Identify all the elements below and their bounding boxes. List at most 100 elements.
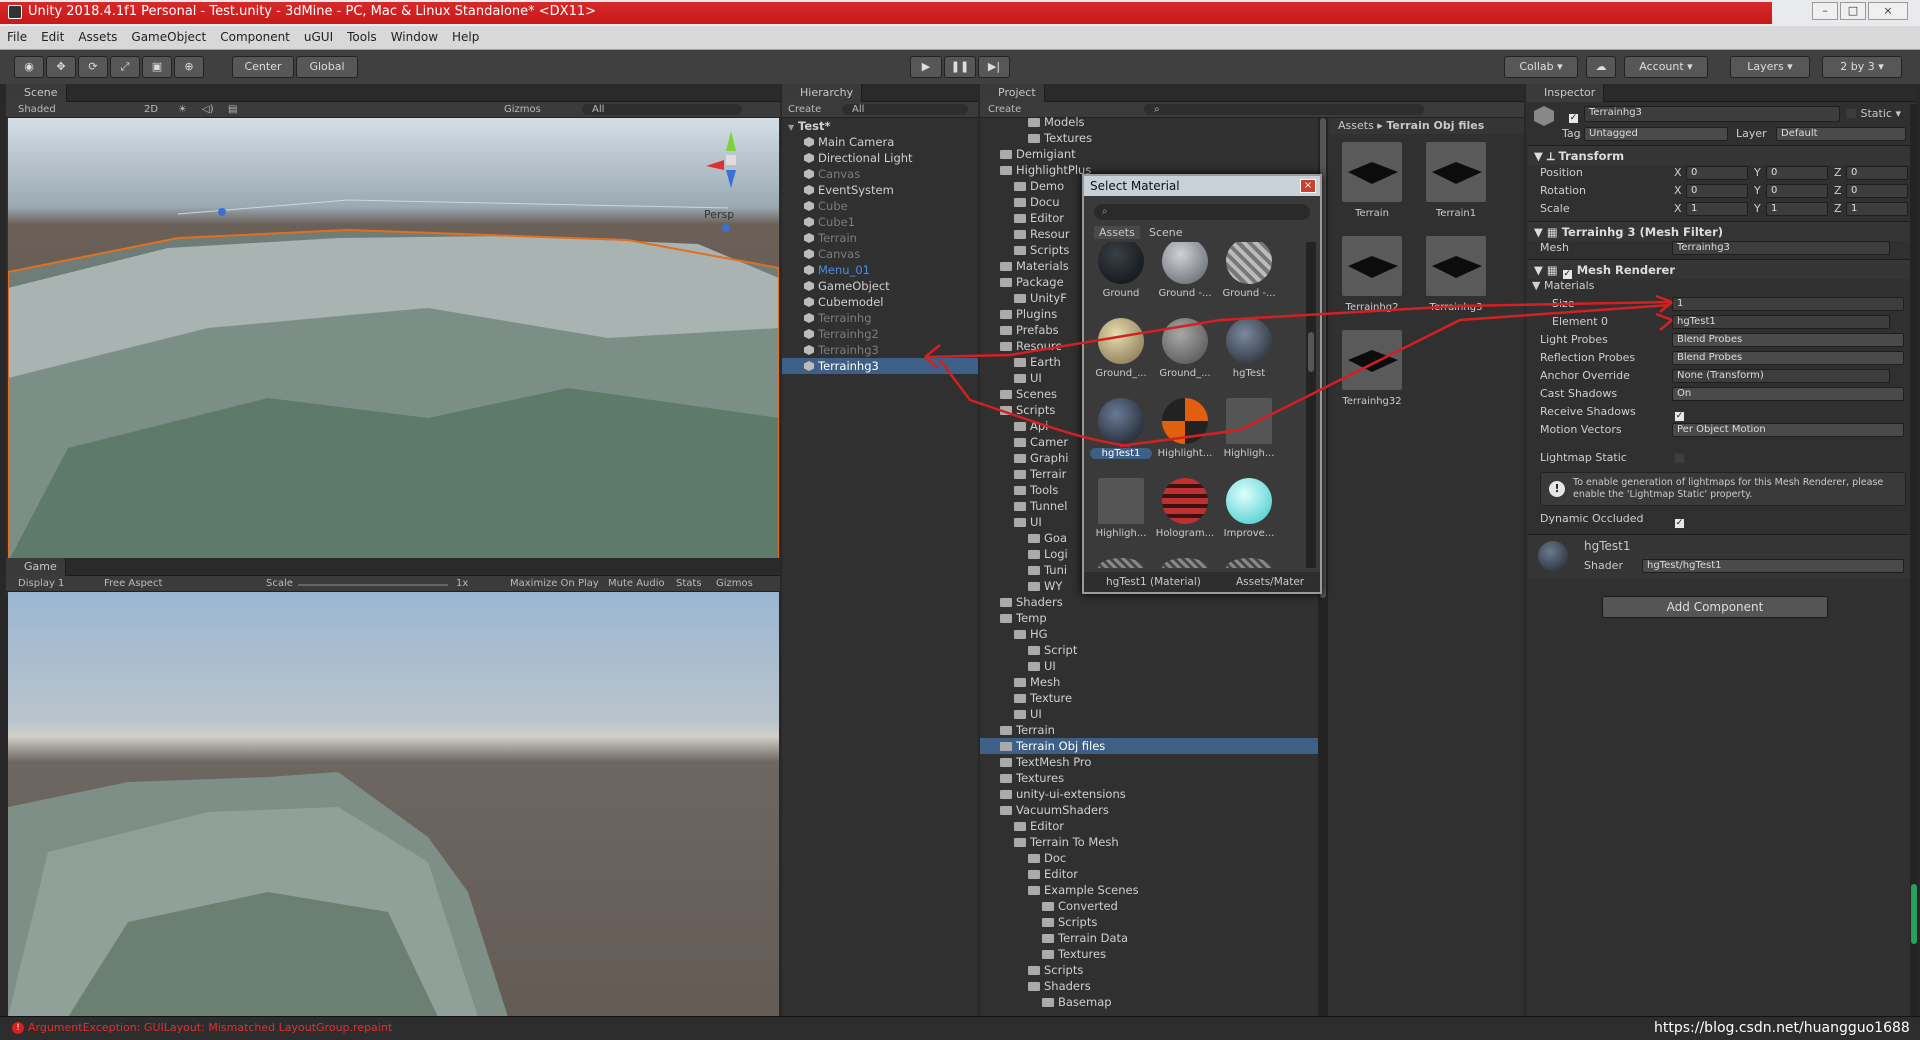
console-error-message[interactable]: ArgumentException: GUILayout: Mismatched…	[28, 1021, 392, 1034]
folder-item[interactable]: UI	[980, 658, 1318, 674]
step-button[interactable]: ▶|	[978, 56, 1010, 78]
move-tool-icon[interactable]: ✥	[46, 56, 76, 78]
hierarchy-item[interactable]: Cube1	[782, 214, 978, 230]
folder-item[interactable]: Example Scenes	[980, 882, 1318, 898]
transform-pos-z-input[interactable]: 0	[1846, 166, 1908, 180]
motion-vectors-dropdown[interactable]: Per Object Motion	[1672, 423, 1904, 437]
tab-project[interactable]: Project	[980, 84, 1045, 102]
pivot-center-button[interactable]: Center	[232, 56, 294, 78]
folder-item[interactable]: Texture	[980, 690, 1318, 706]
scene-root-row[interactable]: ▼ Test*	[788, 118, 830, 134]
asset-thumbnail[interactable]	[1342, 236, 1402, 296]
transform-rot-x-input[interactable]: 0	[1686, 184, 1748, 198]
material-thumbnail[interactable]	[1226, 318, 1272, 364]
material-thumbnail-partial[interactable]	[1162, 558, 1208, 568]
tab-game[interactable]: Game	[6, 558, 66, 576]
asset-thumbnail[interactable]	[1342, 142, 1402, 202]
material-thumbnail[interactable]	[1226, 398, 1272, 444]
menu-item-tools[interactable]: Tools	[340, 26, 384, 48]
tag-dropdown[interactable]: Untagged	[1584, 127, 1728, 141]
transform-tool-icon[interactable]: ⊕	[174, 56, 204, 78]
dynamic-occluded-checkbox[interactable]: ✓	[1674, 513, 1685, 529]
transform-scl-x-input[interactable]: 1	[1686, 202, 1748, 216]
folder-item[interactable]: Editor	[980, 866, 1318, 882]
minimize-button[interactable]: –	[1812, 2, 1838, 20]
material-thumbnail[interactable]	[1162, 318, 1208, 364]
hierarchy-item[interactable]: Terrainhg2	[782, 326, 978, 342]
hierarchy-item[interactable]: Directional Light	[782, 150, 978, 166]
scene-search-input[interactable]: All	[582, 104, 742, 115]
maximize-on-play-toggle[interactable]: Maximize On Play	[510, 578, 599, 589]
folder-item[interactable]: Textures	[980, 130, 1318, 146]
material-thumbnail[interactable]	[1226, 242, 1272, 284]
stats-toggle[interactable]: Stats	[676, 578, 702, 589]
close-popup-button[interactable]: ×	[1300, 179, 1316, 193]
material-search-input[interactable]: ⌕	[1094, 204, 1310, 220]
menu-item-gameobject[interactable]: GameObject	[124, 26, 213, 48]
game-gizmos-dropdown[interactable]: Gizmos	[716, 578, 753, 589]
asset-thumbnail[interactable]	[1426, 236, 1486, 296]
hierarchy-item[interactable]: Cubemodel	[782, 294, 978, 310]
material-thumbnail-partial[interactable]	[1226, 558, 1272, 568]
material-thumbnail[interactable]	[1098, 478, 1144, 524]
aspect-dropdown[interactable]: Free Aspect	[104, 578, 162, 589]
game-viewport[interactable]	[8, 592, 779, 1017]
lighting-toggle-icon[interactable]: ☀	[178, 104, 187, 115]
persp-label[interactable]: Persp	[704, 208, 734, 221]
transform-pos-x-input[interactable]: 0	[1686, 166, 1748, 180]
folder-item[interactable]: HG	[980, 626, 1318, 642]
play-button[interactable]: ▶	[910, 56, 942, 78]
hierarchy-item[interactable]: Canvas	[782, 246, 978, 262]
transform-scl-z-input[interactable]: 1	[1846, 202, 1908, 216]
transform-pos-y-input[interactable]: 0	[1766, 166, 1828, 180]
transform-rot-z-input[interactable]: 0	[1846, 184, 1908, 198]
material-thumbnail[interactable]	[1098, 318, 1144, 364]
breadcrumb-root[interactable]: Assets	[1338, 119, 1374, 132]
account-dropdown[interactable]: Account ▾	[1624, 56, 1708, 78]
popup-scrollbar[interactable]	[1306, 242, 1316, 568]
folder-item[interactable]: Demigiant	[980, 146, 1318, 162]
material-thumbnail[interactable]	[1162, 398, 1208, 444]
folder-item[interactable]: Temp	[980, 610, 1318, 626]
rotate-tool-icon[interactable]: ⟳	[78, 56, 108, 78]
hierarchy-item[interactable]: Terrain	[782, 230, 978, 246]
transform-header[interactable]: ▼ ⟂ Transform	[1528, 145, 1912, 165]
mesh-renderer-header[interactable]: ▼ ▦ ✓ Mesh Renderer	[1528, 259, 1912, 280]
folder-item[interactable]: Scripts	[980, 962, 1318, 978]
hierarchy-item[interactable]: Menu_01	[782, 262, 978, 278]
folder-item[interactable]: Terrain	[980, 722, 1318, 738]
shading-mode-dropdown[interactable]: Shaded	[18, 104, 56, 115]
view-tool-eye-icon[interactable]: ◉	[14, 56, 44, 78]
menu-item-component[interactable]: Component	[213, 26, 297, 48]
tab-assets-popup[interactable]: Assets	[1094, 226, 1140, 239]
menu-item-edit[interactable]: Edit	[34, 26, 71, 48]
menu-item-assets[interactable]: Assets	[71, 26, 124, 48]
folder-item[interactable]: TextMesh Pro	[980, 754, 1318, 770]
pivot-global-button[interactable]: Global	[296, 56, 358, 78]
inspector-scrollbar[interactable]	[1910, 104, 1918, 1016]
layout-dropdown[interactable]: 2 by 3 ▾	[1822, 56, 1902, 78]
hierarchy-item[interactable]: Terrainhg	[782, 310, 978, 326]
menu-item-window[interactable]: Window	[384, 26, 445, 48]
tab-scene[interactable]: Scene	[6, 84, 67, 102]
folder-item[interactable]: Editor	[980, 818, 1318, 834]
tab-inspector[interactable]: Inspector	[1526, 84, 1605, 102]
folder-item[interactable]: Doc	[980, 850, 1318, 866]
tab-scene-popup[interactable]: Scene	[1144, 226, 1188, 239]
materials-foldout[interactable]: ▼ Materials	[1532, 278, 1594, 294]
hierarchy-item[interactable]: Terrainhg3	[782, 358, 978, 374]
transform-scl-y-input[interactable]: 1	[1766, 202, 1828, 216]
material-thumbnail[interactable]	[1098, 398, 1144, 444]
pause-button[interactable]: ❚❚	[944, 56, 976, 78]
hierarchy-search-input[interactable]: All	[842, 104, 968, 115]
add-component-button[interactable]: Add Component	[1602, 596, 1828, 618]
mode-2d-toggle[interactable]: 2D	[144, 104, 158, 115]
active-checkbox[interactable]: ✓	[1568, 108, 1579, 124]
mute-audio-toggle[interactable]: Mute Audio	[608, 578, 665, 589]
layer-dropdown[interactable]: Default	[1776, 127, 1906, 141]
folder-item[interactable]: Terrain To Mesh	[980, 834, 1318, 850]
hierarchy-item[interactable]: Terrainhg3	[782, 342, 978, 358]
breadcrumb-current[interactable]: Terrain Obj files	[1386, 119, 1484, 132]
folder-item[interactable]: UI	[980, 706, 1318, 722]
scene-orientation-gizmo-icon[interactable]	[696, 126, 766, 196]
